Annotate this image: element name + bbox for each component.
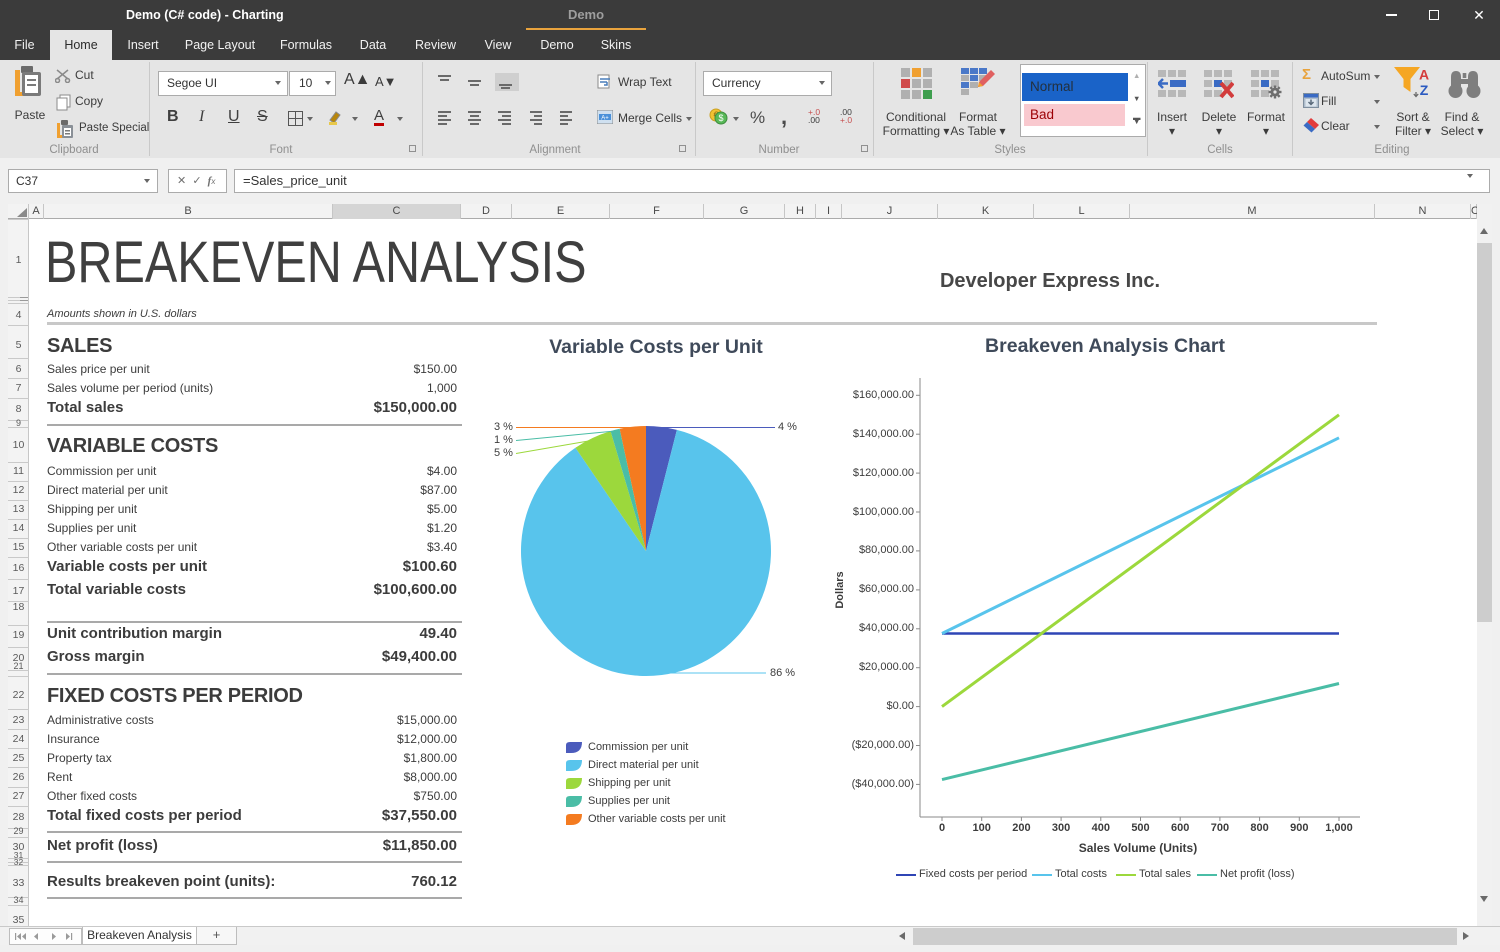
svg-text:$: $ [718, 113, 723, 123]
svg-text:Z: Z [1420, 82, 1429, 98]
svg-text:A+: A+ [601, 116, 609, 122]
svg-text:A: A [1419, 67, 1429, 83]
